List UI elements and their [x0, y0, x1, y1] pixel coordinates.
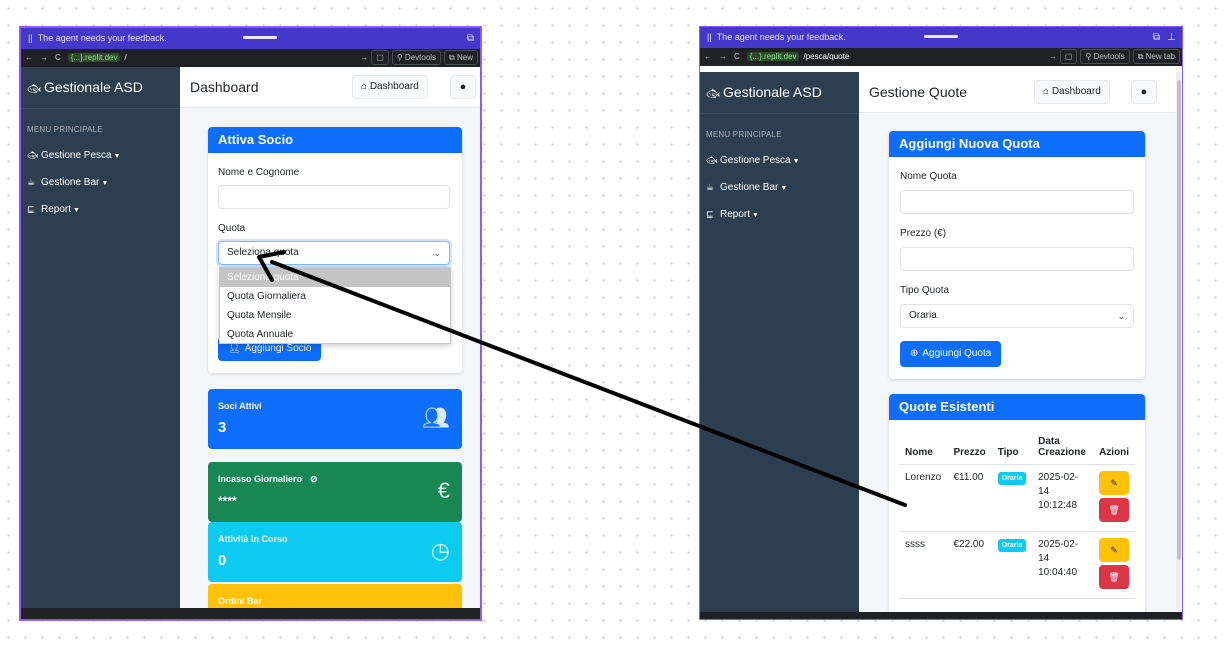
- arrow-line: [270, 260, 907, 507]
- annotation-arrow: [257, 250, 907, 507]
